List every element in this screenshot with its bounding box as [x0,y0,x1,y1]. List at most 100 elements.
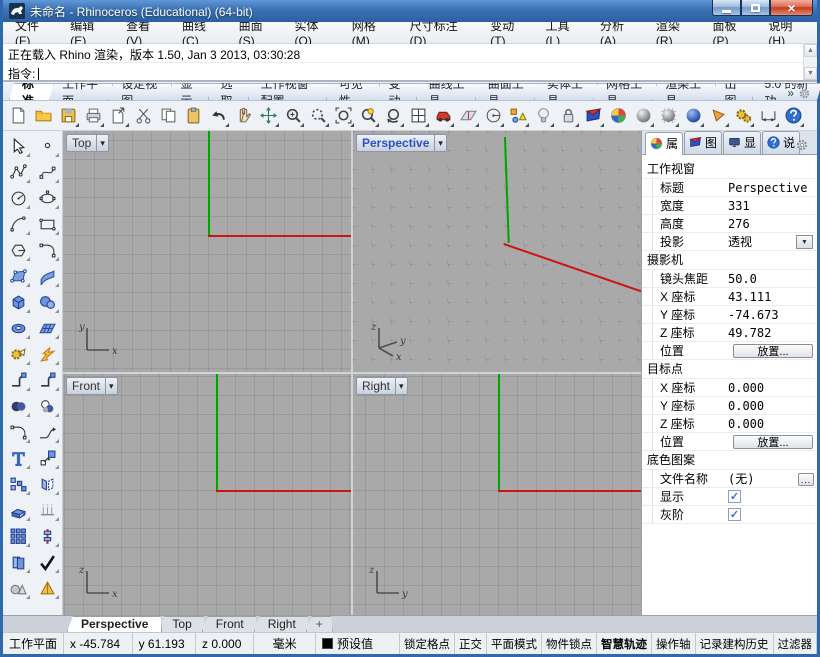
walkabout-button[interactable] [431,104,455,128]
cplane-button[interactable] [456,104,480,128]
viewport-perspective[interactable]: Perspective z y x [353,131,641,372]
toolbar-tab[interactable]: 设定视图 [108,83,172,100]
menu-item[interactable]: 编辑(E) [62,22,118,43]
viewport-tab[interactable]: Perspective [67,616,162,632]
viewport-title-value[interactable]: Perspective [728,181,817,195]
toolbar-tab[interactable]: 显示 [167,83,212,100]
viewport-height-value[interactable]: 276 [728,217,817,231]
status-toggle[interactable]: 记录建构历史 [696,633,774,654]
polyline-button[interactable] [5,160,32,185]
target-x-value[interactable]: 0.000 [728,381,817,395]
viewport-tab[interactable]: Right [254,616,310,632]
solid-sphere-button[interactable] [34,290,61,315]
join-surfaces-button[interactable] [5,342,32,367]
menu-item[interactable]: 查看(V) [118,22,174,43]
status-toggle[interactable]: 锁定格点 [400,633,455,654]
toolbar-tab[interactable]: 工作视窗配置 [248,83,331,100]
set-view-button[interactable] [481,104,505,128]
fillet-edge-button[interactable] [5,368,32,393]
camera-y-value[interactable]: -74.673 [728,308,817,322]
polygon-button[interactable] [5,238,32,263]
circle-button[interactable] [5,186,32,211]
solid-torus-button[interactable] [5,316,32,341]
options-button[interactable] [731,104,755,128]
wallpaper-browse-button[interactable]: ... [798,473,814,486]
paste-button[interactable] [181,104,205,128]
minimize-button[interactable] [712,0,741,16]
viewport-front[interactable]: Front z x [63,374,351,615]
menu-item[interactable]: 文件(F) [7,22,62,43]
menu-item[interactable]: 说明(H) [760,22,817,43]
lamp-button[interactable] [531,104,555,128]
menu-item[interactable]: 曲线(C) [174,22,231,43]
lens-value[interactable]: 50.0 [728,272,817,286]
pan-view-button[interactable] [231,104,255,128]
viewport-top-label[interactable]: Top [66,134,109,152]
toolbar-tab[interactable]: 选取 [208,83,253,100]
menu-item[interactable]: 尺寸标注(D) [402,22,483,43]
viewport-menu-arrow-icon[interactable] [96,135,108,151]
chamfer-edge-button[interactable] [34,368,61,393]
status-toggle[interactable]: 操作轴 [652,633,696,654]
scroll-down-icon[interactable] [804,67,817,80]
viewport-tab[interactable]: Front [202,616,258,632]
camera-place-button[interactable]: 放置... [733,344,813,358]
boolean-union-button[interactable] [5,394,32,419]
select-pointer-button[interactable] [5,134,32,159]
rectangle-button[interactable] [34,212,61,237]
surface-patch-button[interactable] [34,264,61,289]
toolbar-tab[interactable]: 出图 [711,83,756,100]
menu-item[interactable]: 曲面(S) [231,22,287,43]
cplane-pane[interactable]: 工作平面 [3,633,64,654]
menu-item[interactable]: 变动(T) [482,22,537,43]
toolbar-tab[interactable]: 曲线工具 [416,83,480,100]
panel-options-gear-icon[interactable] [795,138,809,152]
ellipse-button[interactable] [34,186,61,211]
target-y-value[interactable]: 0.000 [728,399,817,413]
help-button[interactable] [781,104,805,128]
menu-item[interactable]: 分析(A) [592,22,648,43]
open-file-button[interactable] [31,104,55,128]
toolbar-tab[interactable]: 网格工具 [593,83,657,100]
control-point-curve-button[interactable] [34,160,61,185]
menu-item[interactable]: 面板(P) [705,22,761,43]
scale-objects-button[interactable] [34,446,61,471]
undo-view-change-button[interactable] [381,104,405,128]
extrude-solid-button[interactable] [5,498,32,523]
projection-dropdown-icon[interactable] [796,235,813,249]
print-button[interactable] [81,104,105,128]
tab-display-button[interactable]: 显 [723,131,761,154]
current-layer-pane[interactable]: 预设值 [316,633,400,654]
arc-button[interactable] [5,212,32,237]
viewport-menu-arrow-icon[interactable] [105,378,117,394]
toolbar-tab[interactable]: 渲染工具 [652,83,716,100]
status-toggle[interactable]: 物件锁点 [542,633,597,654]
spotlight-button[interactable] [706,104,730,128]
toolbar-tab[interactable]: 可见性 [326,83,381,100]
solid-pyramid-button[interactable] [34,576,61,601]
command-input[interactable]: 指令: [3,63,817,82]
viewport-right[interactable]: Right z y [353,374,641,615]
command-scrollbar[interactable] [803,44,817,80]
toolbar-tab[interactable]: 实体工具 [534,83,598,100]
menu-item[interactable]: 实体(O) [287,22,344,43]
toolbar-tab[interactable]: 工作平面 [49,83,113,100]
mirror-objects-button[interactable] [34,472,61,497]
viewport-tab[interactable]: + [306,616,333,632]
wallpaper-grayscale-checkbox[interactable] [728,508,741,521]
title-bar[interactable]: 未命名 - Rhinoceros (Educational) (64-bit) [3,0,817,22]
surface-loft-button[interactable] [34,316,61,341]
rotate-view-button[interactable] [256,104,280,128]
status-toggle[interactable]: 平面模式 [487,633,542,654]
viewport-top[interactable]: Top y x [63,131,351,372]
camera-x-value[interactable]: 43.111 [728,290,817,304]
four-viewports-button[interactable] [406,104,430,128]
zoom-window-button[interactable] [331,104,355,128]
undo-button[interactable] [206,104,230,128]
viewport-perspective-label[interactable]: Perspective [356,134,447,152]
surface-corner-points-button[interactable] [5,264,32,289]
blend-curve-button[interactable] [34,420,61,445]
ghosted-viewport-button[interactable] [656,104,680,128]
units-pane[interactable]: 毫米 [254,633,316,654]
layers-button[interactable] [581,104,605,128]
